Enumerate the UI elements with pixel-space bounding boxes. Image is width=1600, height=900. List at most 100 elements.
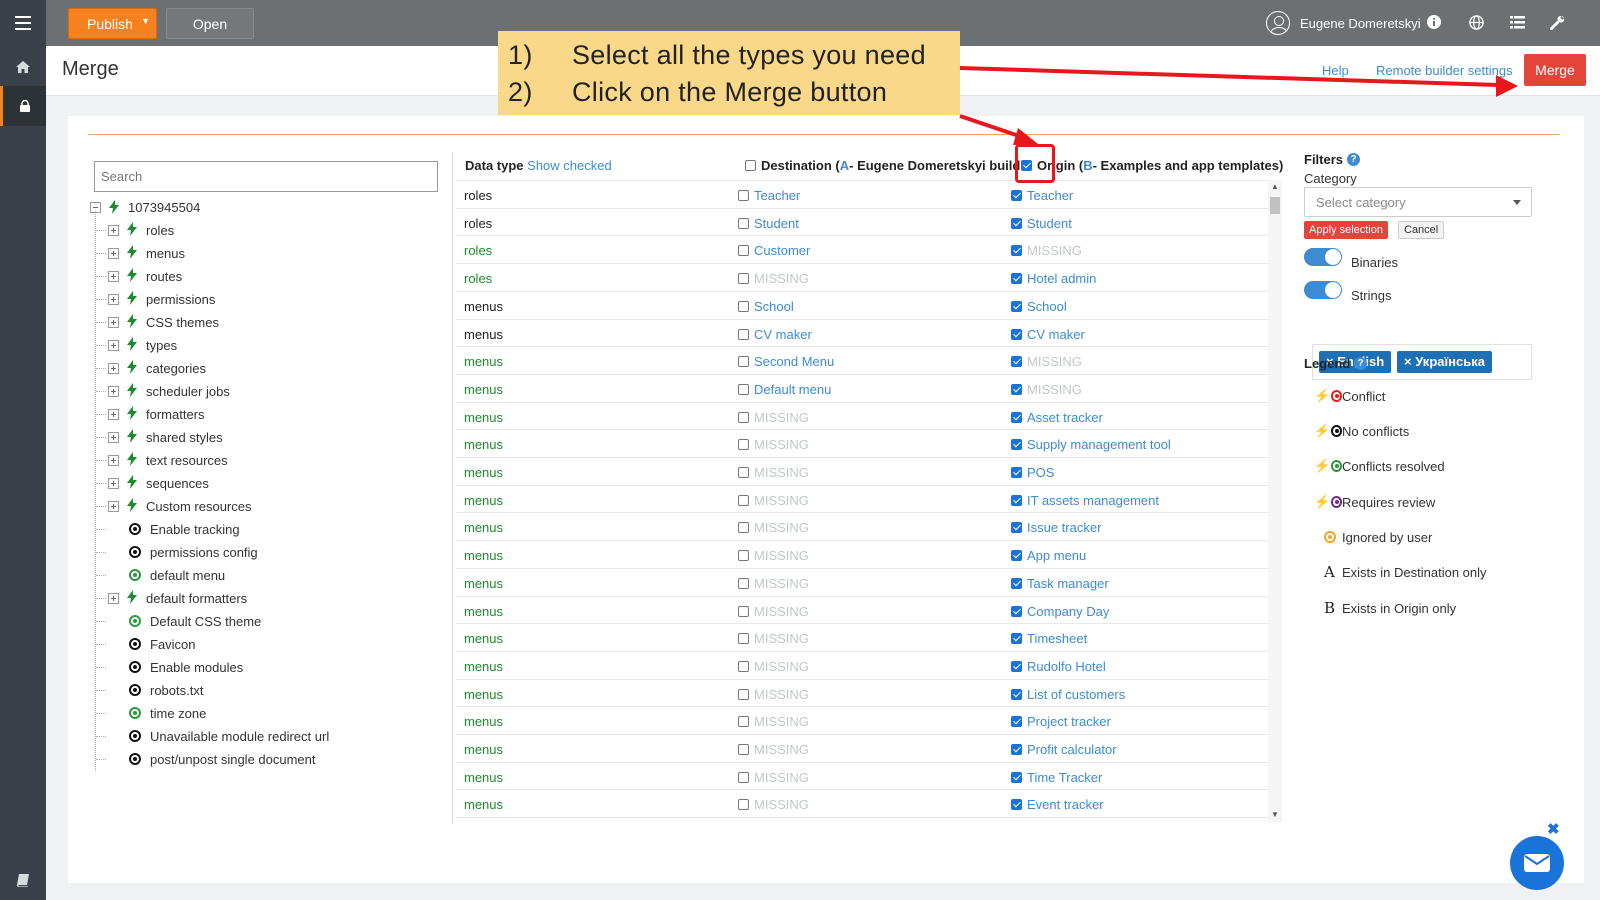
destination-value[interactable]: MISSING: [754, 437, 809, 452]
destination-checkbox[interactable]: [738, 273, 749, 284]
origin-value[interactable]: Event tracker: [1027, 797, 1104, 812]
destination-cell[interactable]: Student: [738, 216, 799, 231]
origin-cell[interactable]: List of customers: [1011, 687, 1125, 702]
destination-cell[interactable]: MISSING: [738, 493, 809, 508]
destination-value[interactable]: MISSING: [754, 742, 809, 757]
help-icon[interactable]: ?: [1347, 153, 1361, 166]
origin-value[interactable]: Supply management tool: [1027, 437, 1171, 452]
destination-value[interactable]: Second Menu: [754, 354, 834, 369]
tree-item[interactable]: text resources: [108, 450, 228, 470]
destination-select-all-checkbox[interactable]: [745, 160, 756, 171]
origin-cell[interactable]: Asset tracker: [1011, 410, 1103, 425]
origin-cell[interactable]: MISSING: [1011, 243, 1082, 258]
lock-icon[interactable]: [0, 86, 46, 126]
destination-value[interactable]: MISSING: [754, 659, 809, 674]
tree-item[interactable]: categories: [108, 358, 206, 378]
destination-checkbox[interactable]: [738, 356, 749, 367]
expand-icon[interactable]: [108, 385, 119, 397]
destination-value[interactable]: MISSING: [754, 520, 809, 535]
origin-checkbox[interactable]: [1011, 495, 1022, 506]
origin-cell[interactable]: Event tracker: [1011, 797, 1104, 812]
tree-item[interactable]: default formatters: [108, 588, 247, 608]
binaries-toggle[interactable]: [1304, 248, 1342, 266]
show-checked-link[interactable]: Show checked: [527, 158, 612, 173]
destination-value[interactable]: MISSING: [754, 770, 809, 785]
origin-checkbox[interactable]: [1011, 301, 1022, 312]
destination-cell[interactable]: CV maker: [738, 327, 812, 342]
origin-checkbox[interactable]: [1011, 273, 1022, 284]
expand-icon[interactable]: [108, 431, 119, 443]
destination-value[interactable]: MISSING: [754, 465, 809, 480]
expand-icon[interactable]: [108, 270, 119, 282]
expand-icon[interactable]: [108, 408, 119, 420]
destination-cell[interactable]: Second Menu: [738, 354, 834, 369]
destination-checkbox[interactable]: [738, 772, 749, 783]
destination-checkbox[interactable]: [738, 522, 749, 533]
origin-value[interactable]: MISSING: [1027, 354, 1082, 369]
tree-item[interactable]: routes: [108, 266, 182, 286]
open-button[interactable]: Open: [166, 8, 254, 39]
origin-cell[interactable]: Supply management tool: [1011, 437, 1171, 452]
origin-checkbox[interactable]: [1011, 744, 1022, 755]
destination-value[interactable]: Default menu: [754, 382, 831, 397]
destination-value[interactable]: MISSING: [754, 714, 809, 729]
tree-item[interactable]: types: [108, 335, 177, 355]
origin-checkbox[interactable]: [1011, 606, 1022, 617]
destination-cell[interactable]: MISSING: [738, 797, 809, 812]
destination-cell[interactable]: MISSING: [738, 631, 809, 646]
origin-cell[interactable]: Teacher: [1011, 188, 1073, 203]
origin-value[interactable]: Task manager: [1027, 576, 1109, 591]
destination-checkbox[interactable]: [738, 716, 749, 727]
origin-checkbox[interactable]: [1011, 384, 1022, 395]
origin-checkbox[interactable]: [1011, 522, 1022, 533]
destination-cell[interactable]: Teacher: [738, 188, 800, 203]
destination-checkbox[interactable]: [738, 301, 749, 312]
origin-checkbox[interactable]: [1011, 356, 1022, 367]
destination-cell[interactable]: MISSING: [738, 520, 809, 535]
close-icon[interactable]: ✖: [1547, 820, 1560, 838]
origin-value[interactable]: CV maker: [1027, 327, 1085, 342]
origin-cell[interactable]: Project tracker: [1011, 714, 1111, 729]
remote-builder-settings-link[interactable]: Remote builder settings: [1376, 63, 1513, 78]
destination-value[interactable]: School: [754, 299, 794, 314]
chevron-down-icon[interactable]: ▼: [141, 16, 150, 26]
origin-value[interactable]: Issue tracker: [1027, 520, 1101, 535]
tree-root[interactable]: 1073945504: [90, 197, 200, 217]
destination-value[interactable]: MISSING: [754, 631, 809, 646]
origin-value[interactable]: List of customers: [1027, 687, 1125, 702]
origin-cell[interactable]: Timesheet: [1011, 631, 1087, 646]
origin-checkbox[interactable]: [1011, 661, 1022, 672]
destination-value[interactable]: Teacher: [754, 188, 800, 203]
tree-item[interactable]: Custom resources: [108, 496, 251, 516]
destination-cell[interactable]: MISSING: [738, 410, 809, 425]
origin-value[interactable]: Rudolfo Hotel: [1027, 659, 1106, 674]
chat-button[interactable]: [1510, 836, 1564, 890]
origin-value[interactable]: Project tracker: [1027, 714, 1111, 729]
tree-item[interactable]: time zone: [129, 703, 206, 723]
origin-checkbox[interactable]: [1011, 467, 1022, 478]
merge-button[interactable]: Merge: [1524, 54, 1586, 86]
origin-checkbox[interactable]: [1011, 716, 1022, 727]
scroll-up-icon[interactable]: ▲: [1271, 182, 1279, 191]
origin-checkbox[interactable]: [1011, 439, 1022, 450]
origin-checkbox[interactable]: [1011, 245, 1022, 256]
publish-button[interactable]: Publish ▼: [68, 8, 157, 39]
destination-checkbox[interactable]: [738, 606, 749, 617]
destination-value[interactable]: MISSING: [754, 548, 809, 563]
destination-value[interactable]: CV maker: [754, 327, 812, 342]
origin-checkbox[interactable]: [1011, 578, 1022, 589]
destination-cell[interactable]: Customer: [738, 243, 810, 258]
tree-item[interactable]: roles: [108, 220, 174, 240]
origin-checkbox[interactable]: [1011, 329, 1022, 340]
origin-cell[interactable]: MISSING: [1011, 382, 1082, 397]
expand-icon[interactable]: [108, 477, 119, 489]
destination-checkbox[interactable]: [738, 744, 749, 755]
expand-icon[interactable]: [108, 592, 119, 604]
tree-item[interactable]: Enable tracking: [129, 519, 240, 539]
destination-checkbox[interactable]: [738, 245, 749, 256]
tree-item[interactable]: shared styles: [108, 427, 223, 447]
destination-checkbox[interactable]: [738, 467, 749, 478]
user-menu[interactable]: Eugene Domeretskyi: [1266, 11, 1421, 35]
destination-checkbox[interactable]: [738, 550, 749, 561]
origin-checkbox[interactable]: [1011, 412, 1022, 423]
